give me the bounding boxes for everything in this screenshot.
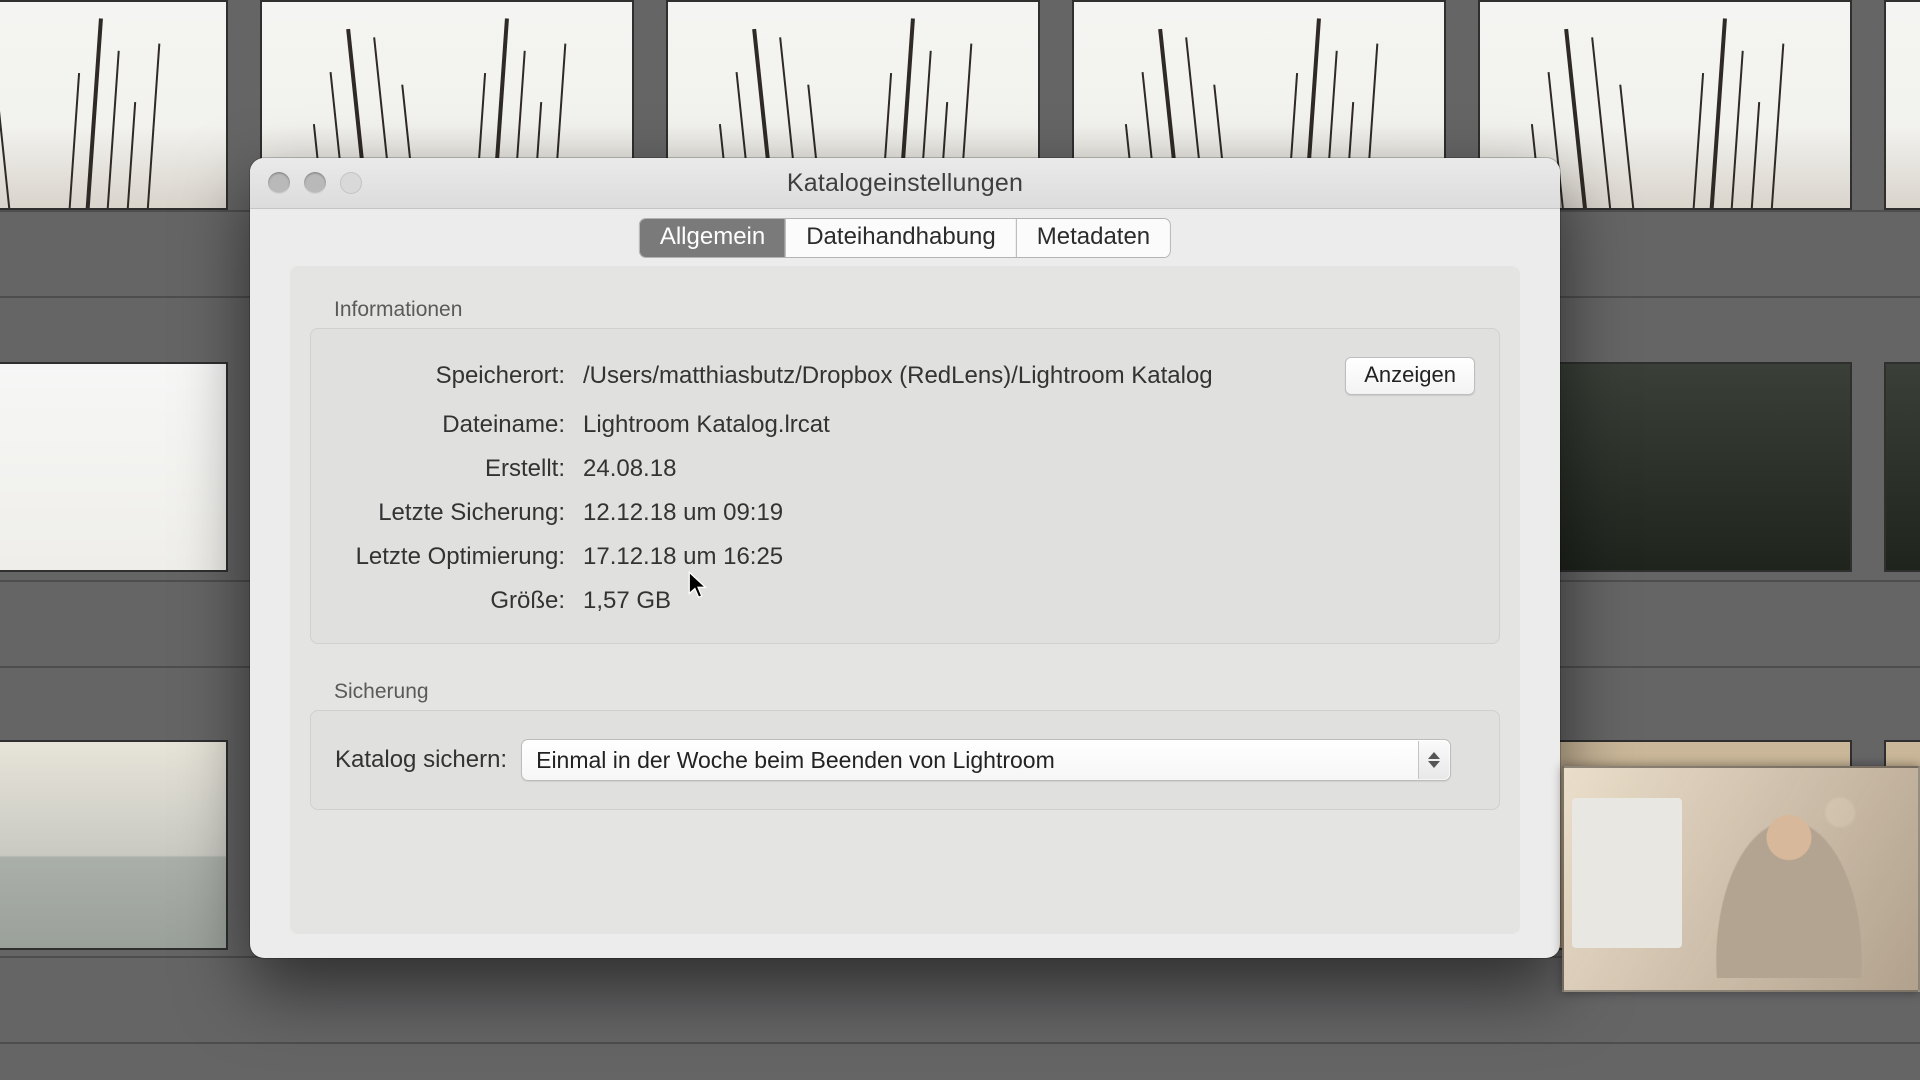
close-icon[interactable] xyxy=(268,172,290,194)
information-panel: Speicherort: /Users/matthiasbutz/Dropbox… xyxy=(310,328,1500,644)
thumbnail[interactable] xyxy=(0,0,228,210)
thumbnail[interactable] xyxy=(0,362,228,572)
backup-panel: Katalog sichern: Einmal in der Woche bei… xyxy=(310,710,1500,810)
show-button[interactable]: Anzeigen xyxy=(1345,357,1475,395)
app-background: Katalogeinstellungen Allgemein Dateihand… xyxy=(0,0,1920,1080)
backup-schedule-value: Einmal in der Woche beim Beenden von Lig… xyxy=(536,747,1055,774)
dialog-content: Informationen Speicherort: /Users/matthi… xyxy=(290,266,1520,934)
dropdown-stepper-icon[interactable] xyxy=(1418,741,1449,779)
filename-value: Lightroom Katalog.lrcat xyxy=(583,411,830,439)
dialog-title: Katalogeinstellungen xyxy=(787,169,1023,198)
minimize-icon[interactable] xyxy=(304,172,326,194)
last-optimize-label: Letzte Optimierung: xyxy=(335,543,565,571)
row-created: Erstellt: 24.08.18 xyxy=(335,447,1475,491)
tab-bar: Allgemein Dateihandhabung Metadaten xyxy=(639,218,1171,258)
row-backup-schedule: Katalog sichern: Einmal in der Woche bei… xyxy=(335,731,1475,789)
webcam-overlay xyxy=(1562,766,1920,992)
size-label: Größe: xyxy=(335,587,565,615)
tab-metadata[interactable]: Metadaten xyxy=(1016,219,1170,257)
last-backup-label: Letzte Sicherung: xyxy=(335,499,565,527)
row-location: Speicherort: /Users/matthiasbutz/Dropbox… xyxy=(335,349,1475,403)
catalog-settings-dialog: Katalogeinstellungen Allgemein Dateihand… xyxy=(250,158,1560,958)
thumbnail[interactable] xyxy=(1884,0,1920,210)
chevron-up-icon xyxy=(1428,752,1440,759)
titlebar[interactable]: Katalogeinstellungen xyxy=(250,158,1560,209)
section-heading-information: Informationen xyxy=(334,298,1500,322)
row-filename: Dateiname: Lightroom Katalog.lrcat xyxy=(335,403,1475,447)
row-size: Größe: 1,57 GB xyxy=(335,579,1475,623)
window-controls xyxy=(268,172,362,194)
backup-schedule-select[interactable]: Einmal in der Woche beim Beenden von Lig… xyxy=(521,739,1451,781)
section-heading-backup: Sicherung xyxy=(334,680,1500,704)
thumbnail[interactable] xyxy=(0,740,228,950)
chevron-down-icon xyxy=(1428,761,1440,768)
row-last-optimize: Letzte Optimierung: 17.12.18 um 16:25 xyxy=(335,535,1475,579)
last-optimize-value: 17.12.18 um 16:25 xyxy=(583,543,783,571)
backup-label: Katalog sichern: xyxy=(335,746,507,774)
size-value: 1,57 GB xyxy=(583,587,671,615)
created-value: 24.08.18 xyxy=(583,455,676,483)
tab-general[interactable]: Allgemein xyxy=(640,219,785,257)
thumbnail[interactable] xyxy=(1884,362,1920,572)
location-label: Speicherort: xyxy=(335,362,565,390)
created-label: Erstellt: xyxy=(335,455,565,483)
last-backup-value: 12.12.18 um 09:19 xyxy=(583,499,783,527)
tab-filehandling[interactable]: Dateihandhabung xyxy=(785,219,1016,257)
row-last-backup: Letzte Sicherung: 12.12.18 um 09:19 xyxy=(335,491,1475,535)
filename-label: Dateiname: xyxy=(335,411,565,439)
zoom-icon[interactable] xyxy=(340,172,362,194)
location-value: /Users/matthiasbutz/Dropbox (RedLens)/Li… xyxy=(583,362,1213,390)
